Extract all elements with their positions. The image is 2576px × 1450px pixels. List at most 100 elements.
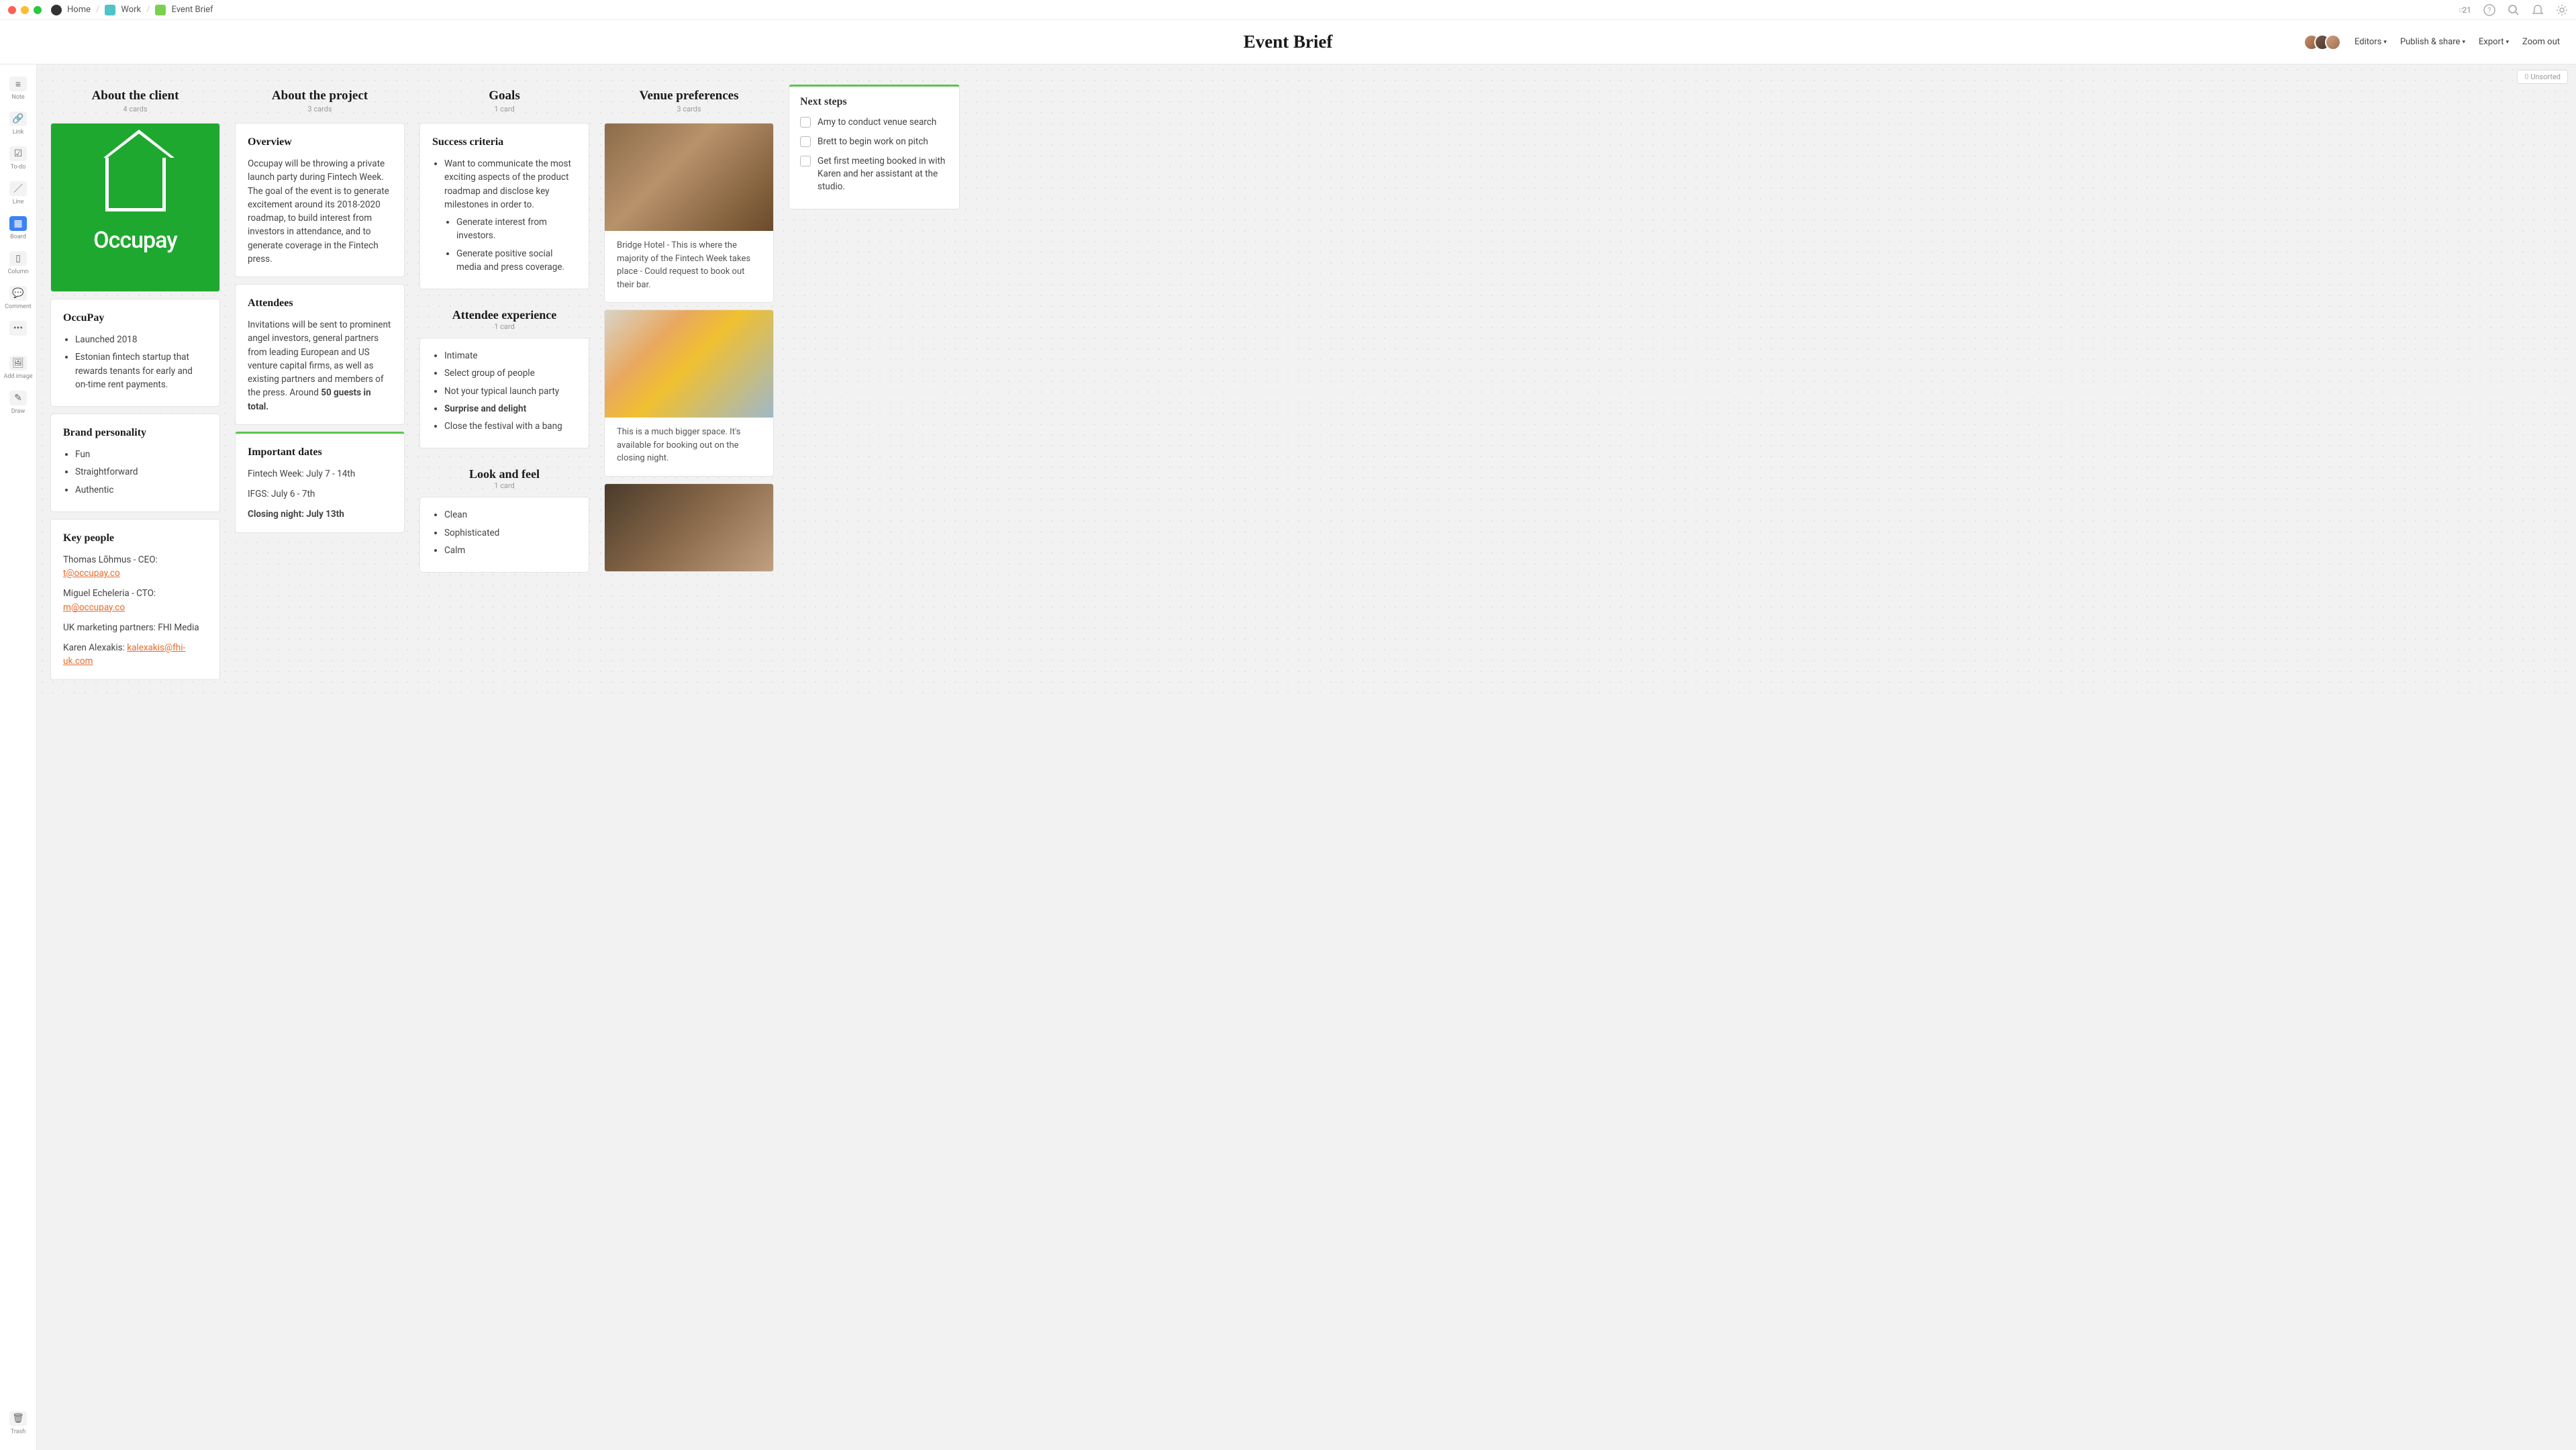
list-item: Straightforward: [75, 465, 207, 479]
tool-trash[interactable]: 🗑Trash: [3, 1407, 33, 1439]
maximize-window-icon[interactable]: [34, 6, 42, 14]
todo-item[interactable]: Amy to conduct venue search: [800, 116, 948, 129]
export-button[interactable]: Export▾: [2479, 37, 2509, 47]
board-canvas[interactable]: About the client 4 cards Occupay OccuPay…: [37, 64, 2576, 700]
publish-button[interactable]: Publish & share▾: [2400, 37, 2465, 47]
tool-comment[interactable]: 💬Comment: [3, 282, 33, 314]
list-item: Want to communicate the most exciting as…: [444, 157, 577, 274]
list-item: Calm: [444, 544, 577, 557]
more-icon: •••: [9, 321, 27, 336]
device-count: 21: [2463, 5, 2472, 15]
list-item: Close the festival with a bang: [444, 420, 577, 433]
card-venue-1[interactable]: Bridge Hotel - This is where the majorit…: [604, 123, 774, 303]
card-occupay[interactable]: OccuPay Launched 2018 Estonian fintech s…: [50, 299, 220, 407]
help-icon[interactable]: ?: [2483, 4, 2495, 16]
card-dates[interactable]: Important dates Fintech Week: July 7 - 1…: [235, 432, 405, 533]
tool-more[interactable]: •••: [3, 317, 33, 340]
tool-column[interactable]: ▯Column: [3, 247, 33, 279]
card-success[interactable]: Success criteria Want to communicate the…: [419, 123, 589, 289]
tool-note[interactable]: ≡Note: [3, 72, 33, 105]
checkbox-icon[interactable]: [800, 156, 811, 166]
search-icon[interactable]: [2508, 4, 2520, 16]
card-look-feel[interactable]: Clean Sophisticated Calm: [419, 497, 589, 573]
email-link[interactable]: m@occupay.co: [63, 602, 125, 613]
column-about-client[interactable]: About the client 4 cards Occupay OccuPay…: [50, 85, 220, 680]
device-icon[interactable]: 21: [2459, 4, 2471, 16]
column-meta: 3 cards: [235, 105, 405, 113]
card-title: Brand personality: [63, 425, 207, 441]
board-icon: ▦: [9, 216, 27, 231]
checkbox-icon[interactable]: [800, 136, 811, 147]
card-attendees[interactable]: Attendees Invitations will be sent to pr…: [235, 284, 405, 425]
editor-avatars[interactable]: [2303, 34, 2341, 50]
next-steps-panel[interactable]: Next steps Amy to conduct venue search B…: [789, 85, 960, 209]
card-brand[interactable]: Brand personality Fun Straightforward Au…: [50, 414, 220, 512]
home-icon[interactable]: [51, 5, 62, 15]
section-meta: 1 card: [419, 481, 589, 490]
card-title: Key people: [63, 530, 207, 546]
svg-text:?: ?: [2487, 6, 2491, 15]
comment-icon: 💬: [9, 286, 27, 301]
topbar: Home / Work / Event Brief 21 ?: [0, 0, 2576, 20]
card-venue-2[interactable]: This is a much bigger space. It's availa…: [604, 309, 774, 477]
column-venue[interactable]: Venue preferences 3 cards Bridge Hotel -…: [604, 85, 774, 572]
folder-icon[interactable]: [105, 5, 115, 15]
todo-label: Get first meeting booked in with Karen a…: [818, 155, 948, 193]
card-attendee-exp[interactable]: Intimate Select group of people Not your…: [419, 338, 589, 448]
list-item: Estonian fintech startup that rewards te…: [75, 350, 207, 391]
list-item: Clean: [444, 508, 577, 522]
left-toolbar: ≡Note 🔗Link ☑To-do ／Line ▦Board ▯Column …: [0, 64, 37, 1450]
section-title: Attendee experience: [419, 308, 589, 322]
column-meta: 3 cards: [604, 105, 774, 113]
page-title: Event Brief: [1244, 32, 1333, 52]
column-about-project[interactable]: About the project 3 cards Overview Occup…: [235, 85, 405, 533]
tool-board[interactable]: ▦Board: [3, 212, 33, 244]
todo-label: Amy to conduct venue search: [818, 116, 936, 129]
unsorted-pill[interactable]: 0 Unsorted: [2517, 70, 2568, 84]
todo-item[interactable]: Get first meeting booked in with Karen a…: [800, 155, 948, 193]
tool-add-image[interactable]: 🖼Add image: [3, 352, 33, 384]
card-people[interactable]: Key people Thomas Lõhmus - CEO: t@occupa…: [50, 519, 220, 680]
bell-icon[interactable]: [2532, 4, 2544, 16]
panel-title: Next steps: [800, 96, 948, 108]
breadcrumb-sep: /: [96, 5, 99, 15]
editors-button[interactable]: Editors▾: [2355, 37, 2387, 47]
gear-icon[interactable]: [2556, 4, 2568, 16]
trash-icon: 🗑: [9, 1411, 27, 1426]
section-title: Look and feel: [419, 467, 589, 481]
image-icon: 🖼: [9, 356, 27, 371]
line-icon: ／: [9, 181, 27, 196]
column-goals[interactable]: Goals 1 card Success criteria Want to co…: [419, 85, 589, 573]
logo-text: Occupay: [93, 224, 177, 258]
tool-todo[interactable]: ☑To-do: [3, 142, 33, 175]
card-caption: This is a much bigger space. It's availa…: [605, 418, 773, 476]
zoom-out-button[interactable]: Zoom out: [2522, 37, 2560, 47]
card-line: Closing night: July 13th: [248, 508, 392, 521]
email-link[interactable]: t@occupay.co: [63, 568, 120, 579]
card-title: Important dates: [248, 444, 392, 461]
list-item: Surprise and delight: [444, 402, 577, 416]
breadcrumb-work[interactable]: Work: [121, 5, 141, 15]
card-overview[interactable]: Overview Occupay will be throwing a priv…: [235, 123, 405, 277]
card-title: OccuPay: [63, 310, 207, 326]
chevron-down-icon: ▾: [2462, 39, 2465, 46]
tool-draw[interactable]: ✎Draw: [3, 387, 33, 419]
breadcrumb-brief[interactable]: Event Brief: [171, 5, 213, 15]
todo-label: Brett to begin work on pitch: [818, 136, 928, 148]
card-venue-3[interactable]: [604, 483, 774, 572]
tool-line[interactable]: ／Line: [3, 177, 33, 209]
close-window-icon[interactable]: [8, 6, 16, 14]
breadcrumb-sep: /: [146, 5, 150, 15]
list-item: Select group of people: [444, 367, 577, 380]
tool-link[interactable]: 🔗Link: [3, 107, 33, 140]
checkbox-icon[interactable]: [800, 117, 811, 128]
breadcrumb-home[interactable]: Home: [67, 5, 91, 15]
card-logo[interactable]: Occupay: [50, 123, 220, 292]
folder-icon[interactable]: [155, 5, 166, 15]
venue-image: [605, 310, 773, 418]
minimize-window-icon[interactable]: [21, 6, 29, 14]
column-title: About the client: [50, 89, 220, 103]
todo-item[interactable]: Brett to begin work on pitch: [800, 136, 948, 148]
note-icon: ≡: [9, 77, 27, 91]
list-item: Authentic: [75, 483, 207, 497]
